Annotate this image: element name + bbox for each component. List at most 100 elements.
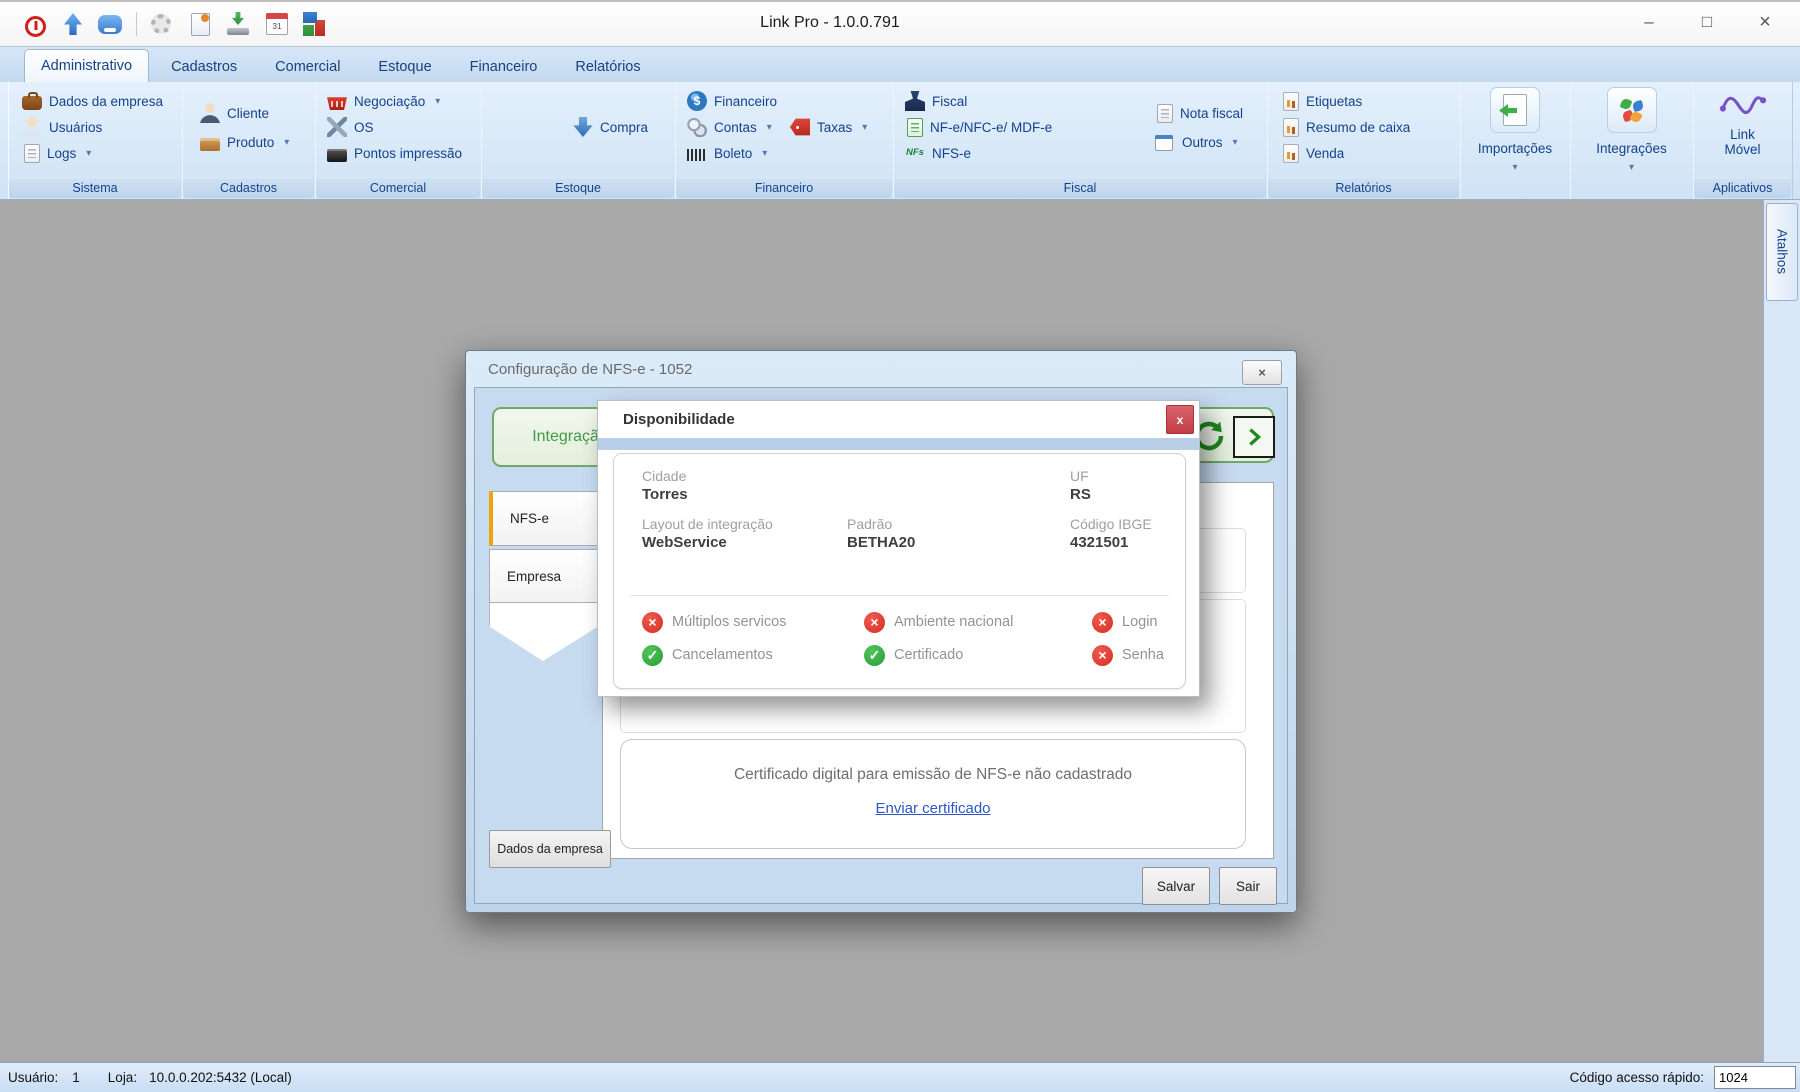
ribbon-item-taxas[interactable]: Taxas ▾ [790,115,867,139]
group-label-relatorios: Relatórios [1268,179,1459,198]
popup-divider-strip [598,438,1199,450]
status-label: Múltiplos servicos [672,614,786,630]
minimize-button[interactable]: – [1628,6,1670,38]
ribbon-item-logs[interactable]: Logs ▾ [22,141,91,165]
status-ambiente-nacional: × Ambiente nacional [864,611,1013,633]
tab-empresa-vertical[interactable]: Empresa [489,549,605,603]
item-label: Taxas [817,120,852,135]
tab-nfse-vertical[interactable]: NFS-e [489,491,605,546]
enviar-certificado-link[interactable]: Enviar certificado [621,800,1245,817]
salvar-button[interactable]: Salvar [1142,867,1210,905]
item-label: Financeiro [714,94,777,109]
item-label: Pontos impressão [354,146,462,161]
card-divider [630,595,1169,596]
quick-access-toolbar: 31 [22,10,327,38]
store-value: 10.0.0.202:5432 (Local) [149,1070,292,1085]
next-arrow-button[interactable] [1233,416,1275,458]
ribbon-item-outros[interactable]: Outros ▾ [1155,130,1238,154]
importacoes-button[interactable]: Importações ▾ [1460,87,1570,173]
ribbon-item-pontos-impressao[interactable]: Pontos impressão [327,141,462,165]
ribbon-item-produto[interactable]: Produto ▾ [200,130,289,154]
ribbon-item-usuarios[interactable]: Usuários [22,115,102,139]
ribbon-item-etiquetas[interactable]: Etiquetas [1281,89,1362,113]
ribbon-item-fiscal[interactable]: Fiscal [905,89,967,113]
fiscal-stamp-icon [905,91,925,111]
doc-glyph [191,13,210,36]
chevron-down-icon: ▾ [1570,162,1693,173]
ribbon-item-nfse[interactable]: NFs NFS-e [905,141,971,165]
store-label: Loja: [108,1070,137,1085]
status-error-icon: × [1092,645,1113,666]
minimize-app-icon[interactable] [98,10,124,38]
field-layout: Layout de integração WebService [642,516,773,551]
group-estoque: Compra Estoque [481,82,676,199]
item-label: Logs [47,146,76,161]
titlebar: 31 Link Pro - 1.0.0.791 – □ × [0,0,1800,46]
field-label: Cidade [642,468,688,484]
item-label: Boleto [714,146,752,161]
item-label: Nota fiscal [1180,106,1243,121]
item-label: NF-e/NFC-e/ MDF-e [930,120,1052,135]
group-label-comercial: Comercial [316,179,480,198]
tab-comercial[interactable]: Comercial [259,52,356,82]
chevron-down-icon: ▾ [86,148,91,159]
user-icon [22,117,42,137]
item-label: Etiquetas [1306,94,1362,109]
ribbon-item-boleto[interactable]: Boleto ▾ [687,141,767,165]
certificate-box: Certificado digital para emissão de NFS-… [620,739,1246,849]
tab-cadastros[interactable]: Cadastros [155,52,253,82]
ribbon-item-contas[interactable]: Contas ▾ [687,115,772,139]
quick-code-input[interactable] [1714,1066,1796,1089]
popup-close-button[interactable]: x [1166,405,1194,434]
purchase-arrow-icon [573,117,593,137]
barcode-icon [687,149,707,161]
power-glyph [25,16,46,37]
maximize-button[interactable]: □ [1686,6,1728,38]
import-doc-icon [1490,87,1540,133]
chevron-down-icon: ▾ [762,148,767,159]
group-relatorios: Etiquetas Resumo de caixa Venda Relatóri… [1267,82,1461,199]
status-label: Senha [1122,647,1164,663]
ribbon-item-cliente[interactable]: Cliente [200,101,269,125]
link-movel-button[interactable]: Link Móvel [1693,90,1792,157]
modules-icon[interactable] [301,10,327,38]
ribbon-item-dados-da-empresa[interactable]: Dados da empresa [22,89,163,113]
toolbar-separator [136,12,137,36]
group-financeiro: $ Financeiro Contas ▾ Taxas ▾ Boleto ▾ F… [675,82,894,199]
sair-button[interactable]: Sair [1219,867,1277,905]
integracoes-button[interactable]: Integrações ▾ [1570,87,1693,173]
close-button[interactable]: × [1744,6,1786,38]
status-multiplos-servicos: × Múltiplos servicos [642,611,786,633]
gear-icon[interactable] [149,10,175,38]
tab-financeiro[interactable]: Financeiro [454,52,554,82]
tab-atalhos[interactable]: Atalhos [1766,203,1798,301]
group-sistema: Dados da empresa Usuários Logs ▾ Sistema [8,82,183,199]
up-arrow-icon[interactable] [60,10,86,38]
ribbon-item-nota-fiscal[interactable]: Nota fiscal [1155,101,1243,125]
dados-da-empresa-tab[interactable]: Dados da empresa [489,830,611,868]
ribbon-item-negociacao[interactable]: Negociação ▾ [327,89,440,113]
item-label: Compra [600,120,648,135]
item-label: Cliente [227,106,269,121]
dialog-close-button[interactable]: × [1242,360,1282,385]
item-label: Venda [1306,146,1344,161]
tab-estoque[interactable]: Estoque [362,52,447,82]
install-icon[interactable] [225,10,251,38]
ribbon-item-venda[interactable]: Venda [1281,141,1344,165]
calendar-icon[interactable]: 31 [263,10,289,38]
report-icon [1283,92,1299,111]
power-icon[interactable] [22,10,48,38]
disponibilidade-popup: Disponibilidade x Cidade Torres UF RS La… [597,400,1200,697]
field-label: Layout de integração [642,516,773,532]
ribbon-item-nfe[interactable]: NF-e/NFC-e/ MDF-e [905,115,1052,139]
ribbon-item-financeiro[interactable]: $ Financeiro [687,89,777,113]
document-pin-icon[interactable] [187,10,213,38]
window-title: Link Pro - 1.0.0.791 [620,14,1040,32]
product-box-icon [200,138,220,151]
tab-relatorios[interactable]: Relatórios [559,52,656,82]
ribbon-item-resumo-de-caixa[interactable]: Resumo de caixa [1281,115,1410,139]
ribbon-item-os[interactable]: OS [327,115,374,139]
tab-administrativo[interactable]: Administrativo [24,49,149,82]
ribbon-item-compra[interactable]: Compra [573,115,648,139]
chevron-down-icon: ▾ [862,122,867,133]
